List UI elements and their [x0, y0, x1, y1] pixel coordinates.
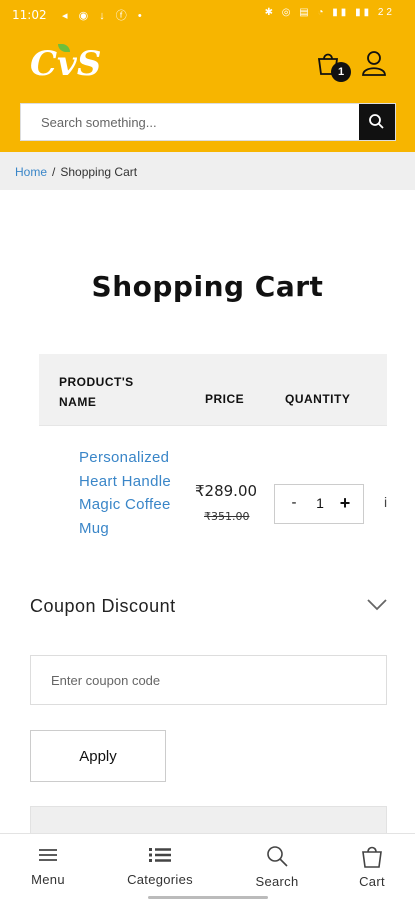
nav-cart[interactable]: Cart: [327, 844, 415, 889]
search-bar: [20, 103, 396, 141]
cart-count-badge: 1: [331, 62, 351, 82]
nav-menu-label: Menu: [31, 872, 65, 887]
cart-bag-icon: [362, 846, 382, 868]
cart-table-header: PRODUCT'S NAME PRICE QUANTITY: [39, 354, 387, 426]
quantity-increase-button[interactable]: +: [337, 493, 353, 514]
categories-list-icon: [149, 848, 171, 862]
app-header: CvS 1: [0, 30, 415, 152]
nav-search-label: Search: [255, 874, 299, 889]
nav-search[interactable]: Search: [232, 844, 322, 889]
product-old-price: ₹351.00: [204, 510, 250, 523]
chevron-down-icon[interactable]: [366, 598, 388, 612]
user-account-icon[interactable]: [361, 50, 387, 76]
system-icons: ✱ ◎ ▤ ◔ ▮▮ ▮▮ 22: [264, 7, 395, 18]
notification-icons: ◂ ◉ ↓ ⓕ •: [62, 10, 146, 22]
header-product-name: PRODUCT'S NAME: [59, 375, 134, 409]
menu-icon: [39, 849, 57, 861]
header-price: PRICE: [205, 392, 245, 406]
header-quantity: QUANTITY: [285, 392, 351, 406]
search-icon: [267, 846, 288, 867]
nav-categories-label: Categories: [127, 872, 193, 887]
breadcrumb: Home / Shopping Cart: [0, 152, 415, 190]
product-price: ₹289.00: [195, 482, 258, 500]
search-icon: [369, 114, 384, 129]
battery-level: 22: [377, 7, 395, 18]
apply-coupon-button[interactable]: Apply: [30, 730, 166, 782]
page-title: Shopping Cart: [91, 270, 324, 303]
nav-categories[interactable]: Categories: [115, 844, 205, 887]
brand-logo[interactable]: CvS: [30, 44, 101, 84]
quantity-value[interactable]: 1: [313, 495, 327, 511]
coupon-section-title[interactable]: Coupon Discount: [30, 596, 176, 617]
nav-menu[interactable]: Menu: [3, 844, 93, 887]
quantity-stepper: - 1 +: [274, 484, 364, 524]
status-bar: 11:02 ◂ ◉ ↓ ⓕ • ✱ ◎ ▤ ◔ ▮▮ ▮▮ 22: [0, 0, 415, 30]
product-name-link[interactable]: Personalized Heart Handle Magic Coffee M…: [79, 446, 189, 540]
home-indicator: [148, 896, 268, 899]
table-divider: [39, 425, 387, 426]
nav-cart-label: Cart: [359, 874, 385, 889]
bottom-navigation: Menu Categories Search Cart: [0, 833, 415, 900]
status-time: 11:02: [12, 8, 47, 22]
search-button[interactable]: [359, 104, 395, 140]
breadcrumb-home-link[interactable]: Home: [15, 165, 47, 179]
search-input[interactable]: [21, 104, 361, 140]
breadcrumb-separator: /: [52, 165, 56, 179]
row-overflow-icon[interactable]: i: [384, 494, 387, 510]
breadcrumb-current: Shopping Cart: [60, 165, 138, 179]
quantity-decrease-button[interactable]: -: [287, 494, 301, 511]
coupon-code-input[interactable]: [30, 655, 387, 705]
